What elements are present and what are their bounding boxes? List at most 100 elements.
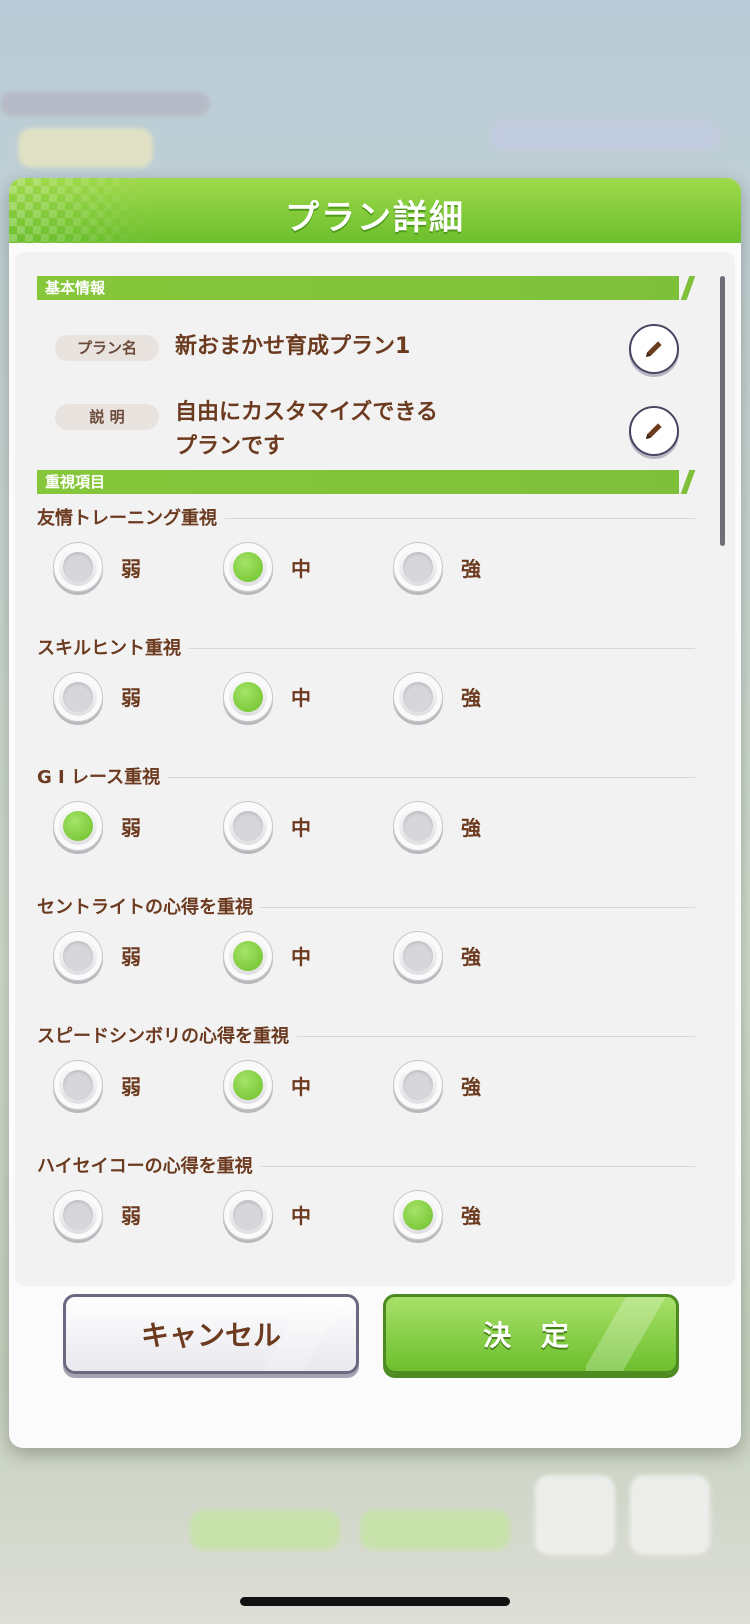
radio-dot xyxy=(63,811,93,841)
radio-button[interactable] xyxy=(393,1189,443,1240)
radio-dot xyxy=(63,1070,93,1100)
radio-button[interactable] xyxy=(53,671,103,722)
content-panel[interactable]: 基本情報 プラン名 新おまかせ育成プラン1 説 明 自由にカスタマイズできる プ… xyxy=(15,252,735,1286)
pencil-icon xyxy=(646,423,662,439)
scrollbar[interactable] xyxy=(720,276,725,546)
plan-name-value: 新おまかせ育成プラン1 xyxy=(175,334,411,359)
section-stripe xyxy=(680,276,696,300)
section-stripe xyxy=(680,470,696,494)
description-line-2: プランです xyxy=(175,434,286,459)
option-label: 強 xyxy=(461,1204,481,1228)
radio-dot xyxy=(403,552,433,582)
option-label: 弱 xyxy=(121,556,141,581)
section-basic-info-label: 基本情報 xyxy=(45,279,106,297)
priority-option[interactable]: 弱 xyxy=(53,671,141,722)
radio-button[interactable] xyxy=(393,671,443,722)
option-label: 弱 xyxy=(121,1204,141,1228)
radio-button[interactable] xyxy=(53,542,103,592)
radio-button[interactable] xyxy=(53,930,103,981)
group-title: 友情トレーニング重視 xyxy=(37,508,217,529)
radio-dot xyxy=(233,811,263,841)
group-divider xyxy=(297,1036,695,1037)
confirm-button[interactable]: 決 定 xyxy=(383,1294,679,1374)
priority-option[interactable]: 弱 xyxy=(53,542,141,592)
group-divider xyxy=(261,1165,695,1167)
dialog-header: プラン詳細 xyxy=(9,178,741,243)
option-label: 弱 xyxy=(121,686,141,710)
radio-dot xyxy=(233,681,263,712)
radio-button[interactable] xyxy=(393,801,443,851)
option-label: 弱 xyxy=(121,815,141,840)
group-title: セントライトの心得を重視 xyxy=(37,896,253,918)
button-shine xyxy=(266,1297,356,1371)
radio-dot xyxy=(63,1199,93,1230)
cancel-button-label: キャンセル xyxy=(140,1319,281,1352)
radio-dot xyxy=(63,681,93,712)
radio-button[interactable] xyxy=(393,1060,443,1110)
radio-button[interactable] xyxy=(53,1060,103,1110)
edit-description-button[interactable] xyxy=(629,406,679,456)
edit-plan-name-button[interactable] xyxy=(629,324,679,374)
section-basic-info: 基本情報 xyxy=(37,276,696,300)
radio-dot xyxy=(233,1070,263,1100)
priority-option[interactable]: 中 xyxy=(223,542,311,592)
radio-button[interactable] xyxy=(393,542,443,592)
priority-option[interactable]: 強 xyxy=(393,930,481,981)
option-label: 中 xyxy=(291,556,311,581)
priority-option[interactable]: 中 xyxy=(223,671,311,722)
home-indicator xyxy=(240,1597,510,1606)
radio-button[interactable] xyxy=(223,1060,273,1110)
priority-option[interactable]: 中 xyxy=(223,801,311,851)
section-priorities: 重視項目 xyxy=(37,470,696,494)
radio-button[interactable] xyxy=(223,1189,273,1240)
priority-option[interactable]: 弱 xyxy=(53,1060,141,1110)
group-title: G I レース重視 xyxy=(37,767,161,788)
priority-option[interactable]: 強 xyxy=(393,1060,481,1110)
priority-option[interactable]: 中 xyxy=(223,1060,311,1110)
section-priorities-label: 重視項目 xyxy=(45,473,106,491)
radio-dot xyxy=(403,940,433,971)
priority-option[interactable]: 中 xyxy=(223,930,311,981)
option-label: 強 xyxy=(461,815,481,840)
plan-name-tag: プラン名 xyxy=(55,335,159,361)
option-label: 強 xyxy=(461,945,481,969)
radio-button[interactable] xyxy=(223,671,273,722)
option-label: 強 xyxy=(461,1074,481,1099)
priority-option[interactable]: 弱 xyxy=(53,1189,141,1240)
confirm-button-label: 決 定 xyxy=(483,1319,579,1352)
pencil-icon xyxy=(646,341,662,357)
option-label: 強 xyxy=(461,686,481,710)
priority-option[interactable]: 強 xyxy=(393,542,481,592)
radio-button[interactable] xyxy=(393,930,443,981)
radio-dot xyxy=(63,940,93,971)
radio-dot xyxy=(403,681,433,712)
radio-button[interactable] xyxy=(53,1189,103,1240)
button-shine xyxy=(586,1297,676,1371)
radio-button[interactable] xyxy=(223,930,273,981)
priority-option[interactable]: 強 xyxy=(393,801,481,851)
radio-dot xyxy=(403,1070,433,1100)
group-divider xyxy=(261,906,695,908)
option-label: 中 xyxy=(291,686,311,710)
priority-option[interactable]: 弱 xyxy=(53,801,141,851)
priority-option[interactable]: 中 xyxy=(223,1189,311,1240)
option-label: 中 xyxy=(291,815,311,840)
option-label: 弱 xyxy=(121,1074,141,1099)
radio-dot xyxy=(403,1199,433,1230)
radio-dot xyxy=(233,940,263,971)
radio-button[interactable] xyxy=(53,801,103,851)
radio-button[interactable] xyxy=(223,801,273,851)
radio-dot xyxy=(63,552,93,582)
radio-button[interactable] xyxy=(223,542,273,592)
group-divider xyxy=(189,647,695,649)
group-divider xyxy=(168,777,695,778)
group-title: ハイセイコーの心得を重視 xyxy=(37,1155,253,1177)
priority-option[interactable]: 強 xyxy=(393,671,481,722)
group-divider xyxy=(225,518,695,519)
radio-dot xyxy=(403,811,433,841)
plan-detail-dialog: プラン詳細 基本情報 プラン名 新おまかせ育成プラン1 説 明 自由にカスタマイ… xyxy=(9,178,741,1448)
cancel-button[interactable]: キャンセル xyxy=(63,1294,359,1374)
option-label: 強 xyxy=(461,556,481,581)
priority-option[interactable]: 強 xyxy=(393,1189,481,1240)
priority-option[interactable]: 弱 xyxy=(53,930,141,981)
